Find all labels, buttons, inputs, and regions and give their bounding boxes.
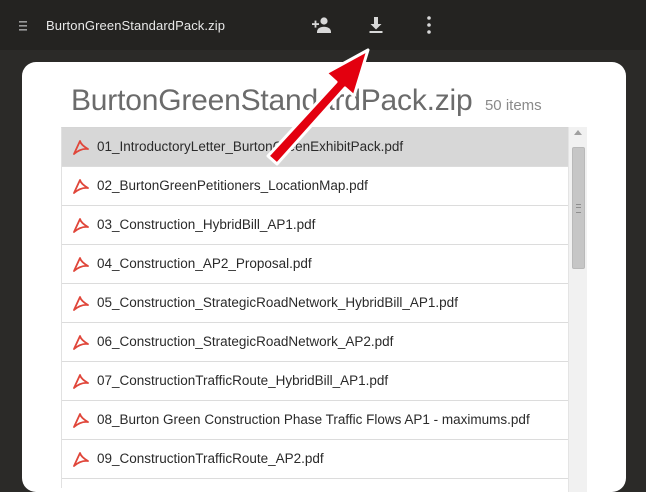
pdf-icon — [73, 335, 89, 350]
file-row[interactable]: 01_IntroductoryLetter_BurtonGreenExhibit… — [62, 128, 586, 167]
archive-panel: BurtonGreenStandardPack.zip 50 items 01_… — [22, 62, 626, 492]
pdf-icon — [73, 452, 89, 467]
list-scrollbar[interactable] — [568, 127, 587, 492]
file-row[interactable]: 02_BurtonGreenPetitioners_LocationMap.pd… — [62, 167, 586, 206]
file-row[interactable]: 09_ConstructionTrafficRoute_AP2.pdf — [62, 440, 586, 479]
file-name: 09_ConstructionTrafficRoute_AP2.pdf — [97, 451, 324, 466]
file-row[interactable]: 04_Construction_AP2_Proposal.pdf — [62, 245, 586, 284]
file-name: 03_Construction_HybridBill_AP1.pdf — [97, 217, 316, 232]
more-vert-icon[interactable] — [417, 13, 441, 37]
scroll-grip-icon — [576, 204, 581, 213]
file-row[interactable]: 05_Construction_StrategicRoadNetwork_Hyb… — [62, 284, 586, 323]
file-name: 05_Construction_StrategicRoadNetwork_Hyb… — [97, 295, 458, 310]
pdf-icon — [73, 296, 89, 311]
file-name: 08_Burton Green Construction Phase Traff… — [97, 412, 530, 427]
file-title: BurtonGreenStandardPack.zip — [46, 18, 226, 33]
pdf-icon — [73, 140, 89, 155]
download-icon[interactable] — [364, 13, 388, 37]
scroll-up-arrow-icon[interactable] — [574, 130, 582, 135]
top-bar: BurtonGreenStandardPack.zip — [0, 0, 646, 50]
file-row[interactable]: 08_Burton Green Construction Phase Traff… — [62, 401, 586, 440]
file-name: 01_IntroductoryLetter_BurtonGreenExhibit… — [97, 139, 404, 154]
file-name: 04_Construction_AP2_Proposal.pdf — [97, 256, 312, 271]
file-name: 02_BurtonGreenPetitioners_LocationMap.pd… — [97, 178, 368, 193]
file-list: 01_IntroductoryLetter_BurtonGreenExhibit… — [61, 127, 586, 488]
pdf-icon — [73, 218, 89, 233]
add-person-icon[interactable] — [310, 13, 334, 37]
file-row[interactable]: 03_Construction_HybridBill_AP1.pdf — [62, 206, 586, 245]
pdf-icon — [73, 179, 89, 194]
pdf-icon — [73, 413, 89, 428]
file-row[interactable]: 07_ConstructionTrafficRoute_HybridBill_A… — [62, 362, 586, 401]
menu-icon[interactable] — [18, 19, 28, 33]
pdf-icon — [73, 257, 89, 272]
file-name: 07_ConstructionTrafficRoute_HybridBill_A… — [97, 373, 389, 388]
file-row[interactable]: 06_Construction_StrategicRoadNetwork_AP2… — [62, 323, 586, 362]
pdf-icon — [73, 374, 89, 389]
archive-heading: BurtonGreenStandardPack.zip 50 items — [71, 84, 542, 118]
scroll-thumb[interactable] — [572, 147, 585, 269]
item-count: 50 items — [484, 97, 542, 114]
archive-title: BurtonGreenStandardPack.zip — [71, 84, 473, 117]
file-name: 06_Construction_StrategicRoadNetwork_AP2… — [97, 334, 394, 349]
